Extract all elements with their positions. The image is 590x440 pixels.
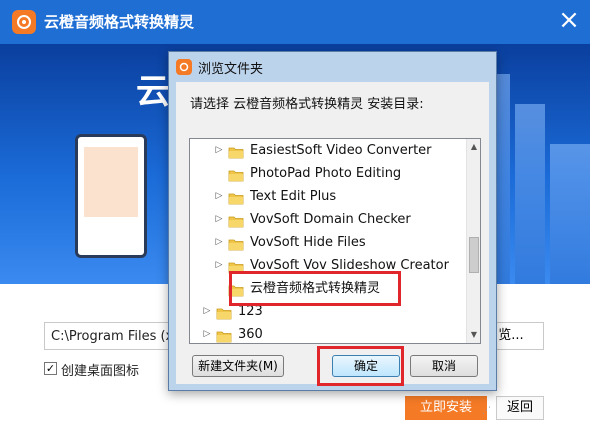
desktop-icon-label: 创建桌面图标 (61, 364, 140, 379)
folder-icon (228, 236, 244, 251)
tree-item[interactable]: 云橙音频格式转换精灵 (190, 277, 466, 300)
tree-item-label: Text Edit Plus (250, 189, 337, 204)
scroll-thumb[interactable] (469, 237, 479, 273)
back-button[interactable]: 返回 (496, 396, 544, 420)
tree-item[interactable]: PhotoPad Photo Editing (190, 162, 466, 185)
tree-item-label: PhotoPad Photo Editing (250, 166, 402, 181)
tree-expand-icon[interactable]: ▷ (202, 323, 212, 343)
tree-expand-icon[interactable]: ▷ (202, 300, 212, 323)
tree-item[interactable]: ▷ 123 (190, 300, 466, 323)
tree-item-label: VovSoft Hide Files (250, 235, 366, 250)
close-icon[interactable]: × (556, 7, 582, 33)
folder-tree[interactable]: ▷ EasiestSoft Video Converter PhotoPad Pho… (189, 138, 481, 344)
desktop-icon-checkbox[interactable]: ✓ (44, 362, 57, 375)
tree-item[interactable]: ▷ VovSoft Vov Slideshow Creator (190, 254, 466, 277)
ok-button[interactable]: 确定 (332, 355, 400, 377)
tree-scrollbar[interactable]: ▲ ▼ (466, 139, 480, 343)
dialog-body: 请选择 云橙音频格式转换精灵 安装目录: ▷ EasiestSoft Video … (176, 82, 491, 416)
folder-icon (216, 328, 232, 343)
tree-item[interactable]: ▷ VovSoft Hide Files (190, 231, 466, 254)
installer-title: 云橙音频格式转换精灵 (44, 13, 195, 31)
tree-item-label: 360 (238, 327, 263, 342)
tree-item-label: EasiestSoft Video Converter (250, 143, 432, 158)
folder-icon (228, 213, 244, 228)
tree-expand-icon[interactable]: ▷ (214, 139, 224, 162)
scroll-up-icon[interactable]: ▲ (467, 139, 480, 155)
folder-icon (228, 190, 244, 205)
new-folder-button[interactable]: 新建文件夹(M) (192, 355, 284, 377)
folder-icon (228, 282, 244, 297)
browse-folder-dialog: 浏览文件夹 请选择 云橙音频格式转换精灵 安装目录: ▷ EasiestSoft … (168, 51, 497, 416)
tree-expand-icon[interactable]: ▷ (214, 231, 224, 254)
installer-titlebar: 云橙音频格式转换精灵 × (0, 0, 590, 44)
folder-icon (228, 259, 244, 274)
resize-grip-icon[interactable]: ⋰ (482, 406, 492, 416)
install-now-button[interactable]: 立即安装 (405, 396, 487, 420)
folder-icon (228, 167, 244, 182)
app-logo-icon (12, 10, 36, 34)
tree-expand-icon[interactable]: ▷ (214, 208, 224, 231)
tree-item-label: VovSoft Vov Slideshow Creator (250, 258, 449, 273)
tree-item[interactable]: ▷ 360 (190, 323, 466, 343)
tree-expand-icon[interactable]: ▷ (214, 254, 224, 277)
dialog-app-icon (176, 59, 192, 75)
folder-icon (228, 144, 244, 159)
cancel-button[interactable]: 取消 (410, 355, 478, 377)
dialog-title: 浏览文件夹 (198, 62, 264, 77)
tree-item[interactable]: ▷ Text Edit Plus (190, 185, 466, 208)
folder-icon (216, 305, 232, 320)
tree-item[interactable]: ▷ EasiestSoft Video Converter (190, 139, 466, 162)
tree-expand-icon[interactable]: ▷ (214, 185, 224, 208)
dialog-prompt: 请选择 云橙音频格式转换精灵 安装目录: (190, 97, 424, 112)
phone-illustration (75, 134, 147, 258)
tree-item-label: 123 (238, 304, 263, 319)
tree-item-label: VovSoft Domain Checker (250, 212, 411, 227)
scroll-down-icon[interactable]: ▼ (467, 327, 480, 343)
tree-item-label: 云橙音频格式转换精灵 (250, 281, 381, 296)
tree-item[interactable]: ▷ VovSoft Domain Checker (190, 208, 466, 231)
